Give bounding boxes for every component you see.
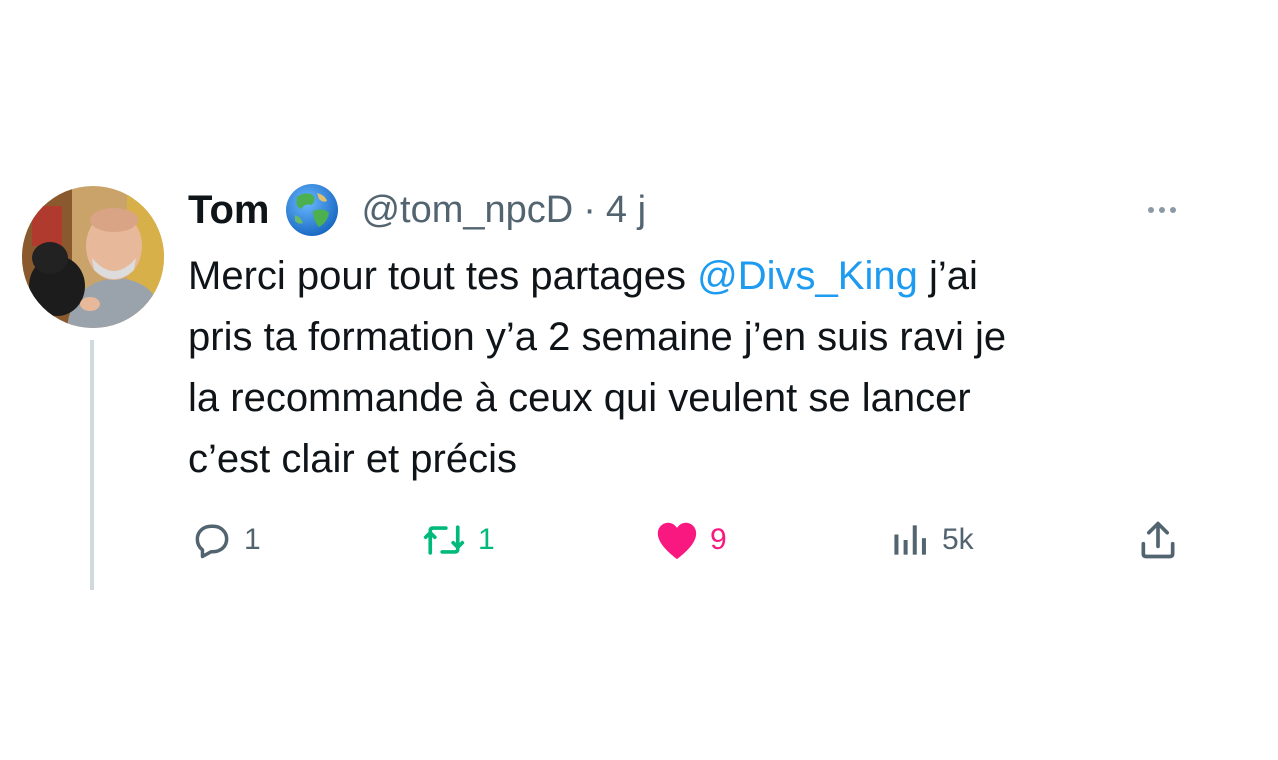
timestamp[interactable]: 4 j <box>606 189 646 232</box>
tweet-header: Tom @tom_npcD · 4 j <box>188 182 646 238</box>
share-button[interactable] <box>1136 512 1180 568</box>
heart-icon <box>657 522 697 560</box>
tweet-card[interactable]: Tom @tom_npcD · 4 j Merci pour tout tes … <box>0 0 1278 760</box>
mention-link[interactable]: @Divs_King <box>697 254 918 298</box>
more-dot-icon <box>1159 207 1165 213</box>
share-icon <box>1141 521 1175 559</box>
views-button[interactable]: 5k <box>888 512 974 568</box>
more-options-button[interactable] <box>1134 192 1190 228</box>
tweet-text-line-1: Merci pour tout tes partages @Divs_King … <box>188 246 1188 307</box>
action-bar: 1 1 9 5k <box>0 512 1278 568</box>
retweet-button[interactable]: 1 <box>420 512 495 568</box>
tweet-text: Merci pour tout tes partages @Divs_King … <box>188 246 1188 490</box>
text-segment: Merci pour tout tes partages <box>188 254 698 298</box>
separator-dot: · <box>583 188 596 231</box>
views-chart-icon <box>894 525 926 555</box>
more-dot-icon <box>1148 207 1154 213</box>
like-count: 9 <box>710 523 727 556</box>
like-button[interactable]: 9 <box>654 512 727 568</box>
avatar[interactable] <box>22 186 164 328</box>
views-count: 5k <box>942 523 974 556</box>
tweet-text-line-2: pris ta formation y’a 2 semaine j’en sui… <box>188 315 1007 359</box>
reply-count: 1 <box>244 523 261 556</box>
reply-icon <box>195 524 229 559</box>
tweet-text-line-3: la recommande à ceux qui veulent se lanc… <box>188 376 971 420</box>
avatar-photo <box>22 186 164 328</box>
retweet-icon <box>423 525 465 555</box>
reply-button[interactable]: 1 <box>190 512 261 568</box>
globe-icon <box>283 181 341 239</box>
display-name[interactable]: Tom <box>188 188 269 233</box>
retweet-count: 1 <box>478 523 495 556</box>
text-segment: j’ai <box>917 254 978 298</box>
author-handle[interactable]: @tom_npcD <box>361 189 573 232</box>
tweet-text-line-4: c’est clair et précis <box>188 437 517 481</box>
more-dot-icon <box>1170 207 1176 213</box>
